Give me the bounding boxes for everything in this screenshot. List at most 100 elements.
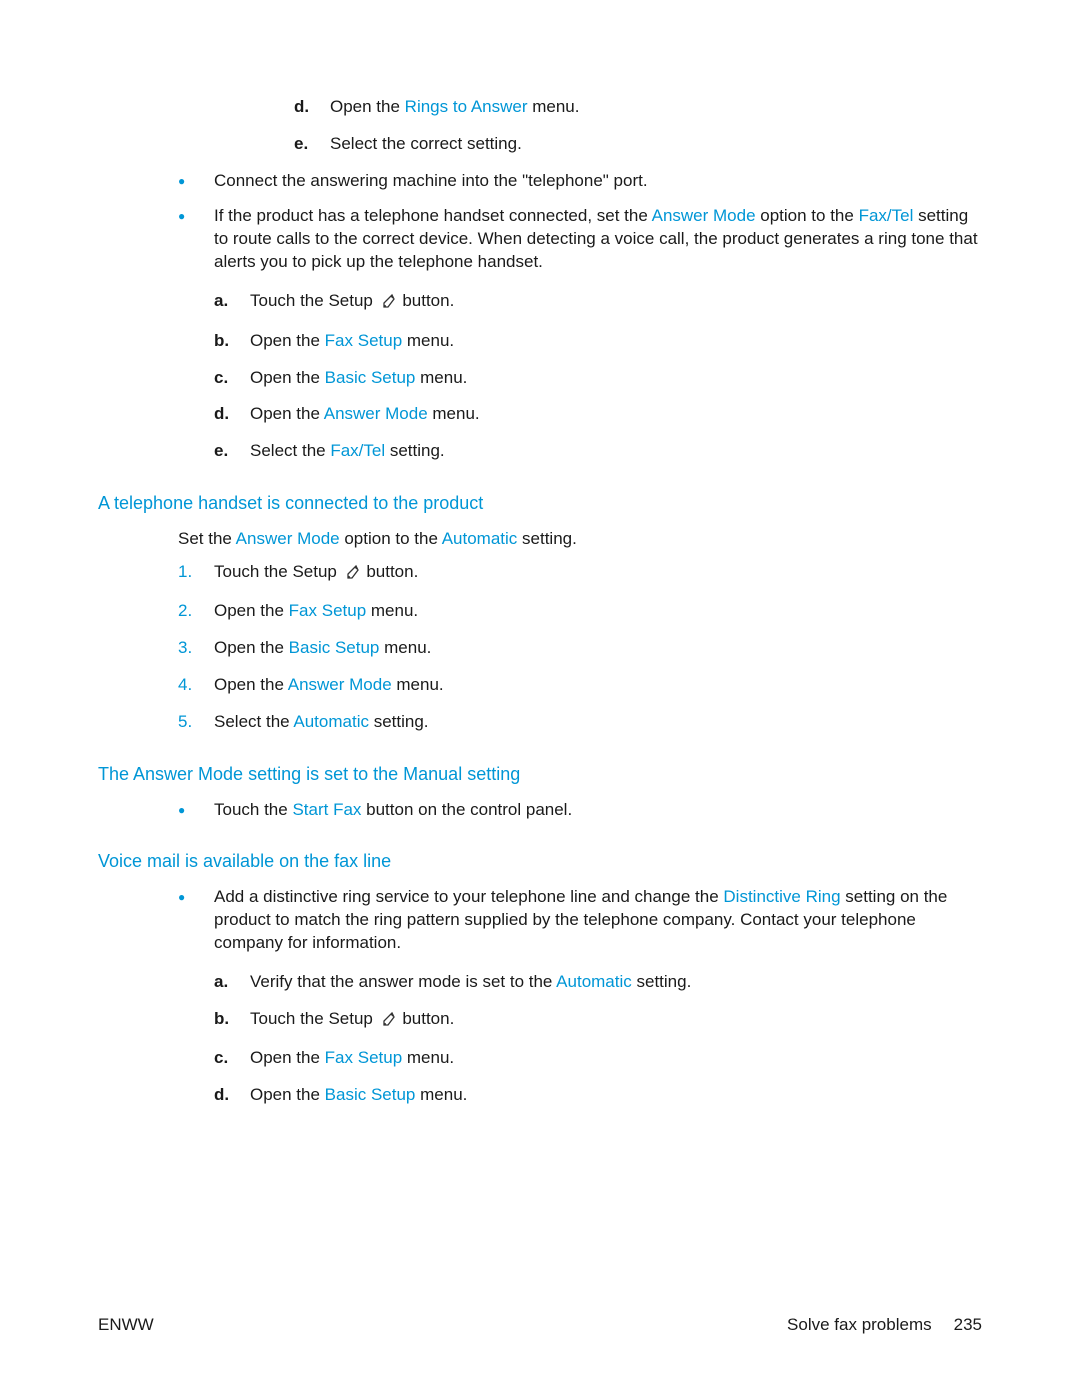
section2-steps: 1. Touch the Setup button. 2. Open the F…: [178, 561, 982, 735]
text: menu.: [392, 675, 444, 694]
link-start-fax: Start Fax: [292, 800, 361, 819]
bullet-connect-machine: Connect the answering machine into the "…: [178, 170, 982, 193]
link-basic-setup: Basic Setup: [325, 1085, 416, 1104]
text: setting.: [369, 712, 429, 731]
text: Select the correct setting.: [330, 134, 522, 153]
top-continued-list: d. Open the Rings to Answer menu. e. Sel…: [294, 96, 982, 156]
heading-voice-mail: Voice mail is available on the fax line: [98, 849, 982, 873]
text: Select the: [250, 441, 330, 460]
marker-e: e.: [294, 133, 308, 156]
link-fax-setup: Fax Setup: [325, 331, 403, 350]
link-answer-mode: Answer Mode: [288, 675, 392, 694]
text: option to the: [340, 529, 442, 548]
link-fax-tel: Fax/Tel: [859, 206, 914, 225]
link-answer-mode: Answer Mode: [236, 529, 340, 548]
footer-section: Solve fax problems: [787, 1314, 932, 1337]
step-3: 3. Open the Basic Setup menu.: [178, 637, 982, 660]
step-d: d. Open the Rings to Answer menu.: [294, 96, 982, 119]
bullet-distinctive-ring: Add a distinctive ring service to your t…: [178, 886, 982, 1108]
text: Touch the Setup: [250, 291, 378, 310]
step-e: e. Select the correct setting.: [294, 133, 982, 156]
footer-left: ENWW: [98, 1314, 154, 1337]
text: setting.: [517, 529, 577, 548]
sub-c: c. Open the Fax Setup menu.: [214, 1047, 982, 1070]
text: Open the: [250, 404, 324, 423]
link-basic-setup: Basic Setup: [289, 638, 380, 657]
text: menu.: [428, 404, 480, 423]
link-automatic: Automatic: [556, 972, 632, 991]
text: Open the: [214, 675, 288, 694]
section2-intro: Set the Answer Mode option to the Automa…: [178, 528, 982, 551]
text: menu.: [415, 1085, 467, 1104]
text: Open the: [250, 1085, 325, 1104]
heading-manual-setting: The Answer Mode setting is set to the Ma…: [98, 762, 982, 786]
text: setting.: [385, 441, 445, 460]
link-automatic: Automatic: [293, 712, 369, 731]
text: Connect the answering machine into the "…: [214, 171, 648, 190]
link-automatic: Automatic: [442, 529, 518, 548]
text: setting.: [632, 972, 692, 991]
link-answer-mode: Answer Mode: [324, 404, 428, 423]
setup-icon: [380, 1011, 396, 1034]
text: menu.: [402, 331, 454, 350]
text: Set the: [178, 529, 236, 548]
bullet-start-fax: Touch the Start Fax button on the contro…: [178, 799, 982, 822]
text: menu.: [402, 1048, 454, 1067]
sub-b: b. Touch the Setup button.: [214, 1008, 982, 1034]
sub-c: c. Open the Basic Setup menu.: [214, 367, 982, 390]
sub-a: a. Touch the Setup button.: [214, 290, 982, 316]
text: option to the: [756, 206, 859, 225]
setup-icon: [344, 564, 360, 587]
link-fax-setup: Fax Setup: [325, 1048, 403, 1067]
footer-right: Solve fax problems 235: [787, 1314, 982, 1337]
link-rings-to-answer: Rings to Answer: [405, 97, 528, 116]
sub-e: e. Select the Fax/Tel setting.: [214, 440, 982, 463]
sub-d: d. Open the Answer Mode menu.: [214, 403, 982, 426]
text: button.: [398, 1009, 455, 1028]
bullet-list-1: Connect the answering machine into the "…: [178, 170, 982, 463]
link-answer-mode: Answer Mode: [652, 206, 756, 225]
text: Open the: [250, 331, 325, 350]
text: Open the: [250, 1048, 325, 1067]
text: Verify that the answer mode is set to th…: [250, 972, 556, 991]
text: button.: [398, 291, 455, 310]
sub-d: d. Open the Basic Setup menu.: [214, 1084, 982, 1107]
link-fax-tel: Fax/Tel: [330, 441, 385, 460]
bullet-answer-mode: If the product has a telephone handset c…: [178, 205, 982, 464]
text: Select the: [214, 712, 293, 731]
setup-icon: [380, 293, 396, 316]
text: menu.: [366, 601, 418, 620]
text: Touch the Setup: [250, 1009, 378, 1028]
sub-steps: a. Touch the Setup button. b. Open the F…: [214, 290, 982, 464]
sub-a: a. Verify that the answer mode is set to…: [214, 971, 982, 994]
text: menu.: [415, 368, 467, 387]
link-fax-setup: Fax Setup: [289, 601, 367, 620]
text: Open the: [214, 638, 289, 657]
text: Open the: [250, 368, 325, 387]
section4-substeps: a. Verify that the answer mode is set to…: [214, 971, 982, 1108]
text: menu.: [379, 638, 431, 657]
step-4: 4. Open the Answer Mode menu.: [178, 674, 982, 697]
footer-page-number: 235: [954, 1314, 982, 1337]
section3-bullets: Touch the Start Fax button on the contro…: [178, 799, 982, 822]
text: button on the control panel.: [361, 800, 572, 819]
text: menu.: [528, 97, 580, 116]
text: If the product has a telephone handset c…: [214, 206, 652, 225]
text: Open the: [214, 601, 289, 620]
text: Touch the Setup: [214, 562, 342, 581]
text: Add a distinctive ring service to your t…: [214, 887, 723, 906]
heading-telephone-handset: A telephone handset is connected to the …: [98, 491, 982, 515]
link-basic-setup: Basic Setup: [325, 368, 416, 387]
link-distinctive-ring: Distinctive Ring: [723, 887, 840, 906]
section4-bullets: Add a distinctive ring service to your t…: [178, 886, 982, 1108]
page-content: d. Open the Rings to Answer menu. e. Sel…: [0, 0, 1080, 1107]
step-2: 2. Open the Fax Setup menu.: [178, 600, 982, 623]
sub-b: b. Open the Fax Setup menu.: [214, 330, 982, 353]
page-footer: ENWW Solve fax problems 235: [98, 1314, 982, 1337]
text: Open the: [330, 97, 405, 116]
text: button.: [362, 562, 419, 581]
step-5: 5. Select the Automatic setting.: [178, 711, 982, 734]
step-1: 1. Touch the Setup button.: [178, 561, 982, 587]
text: Touch the: [214, 800, 292, 819]
marker-d: d.: [294, 96, 309, 119]
